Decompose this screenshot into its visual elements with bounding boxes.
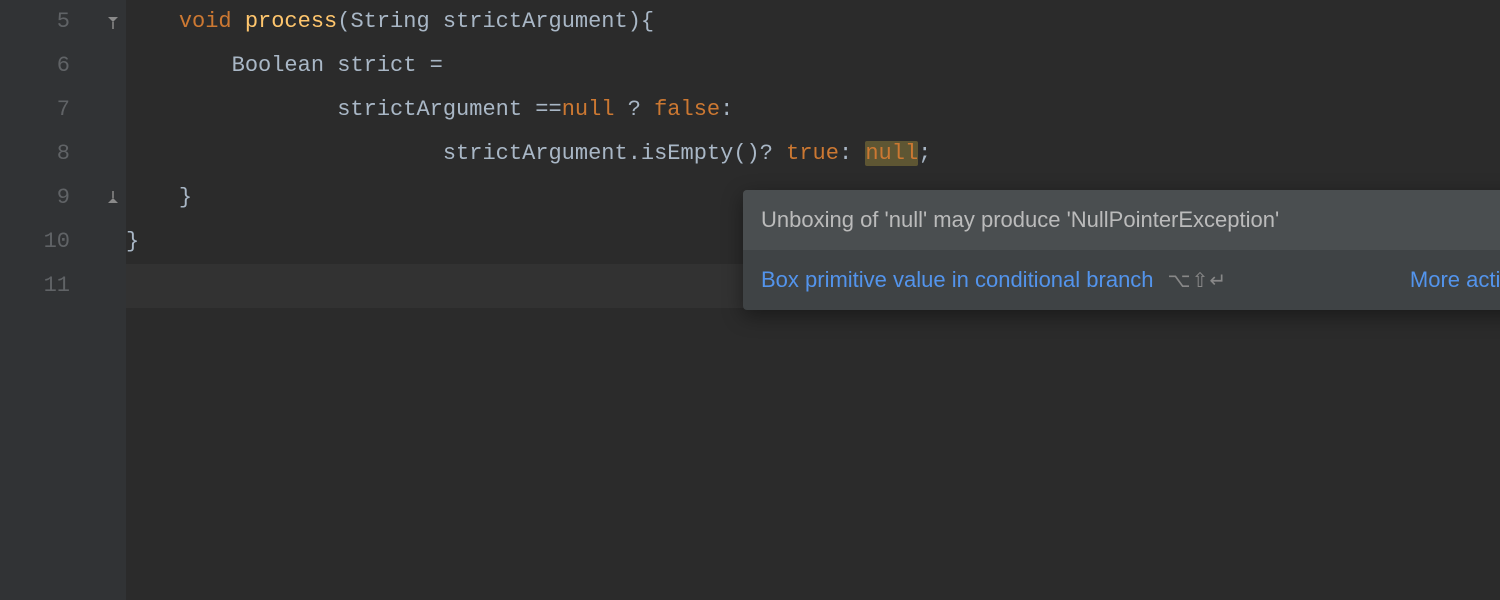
code-line[interactable]: strictArgument.isEmpty()? true: null;	[126, 132, 1500, 176]
inspection-header: Unboxing of 'null' may produce 'NullPoin…	[743, 190, 1500, 250]
brace-close: }	[126, 229, 139, 254]
identifier: strictArgument	[443, 141, 628, 166]
fold-toggle-icon[interactable]	[104, 13, 122, 31]
colon: :	[720, 97, 733, 122]
ternary-q: ?	[615, 97, 655, 122]
more-actions-link[interactable]: More actions... ⌥↵	[1410, 267, 1500, 293]
inspection-actions-row: Box primitive value in conditional branc…	[743, 250, 1500, 310]
type-boolean: Boolean	[232, 53, 324, 78]
method-name: process	[245, 9, 337, 34]
fold-column	[100, 0, 126, 600]
op-eq: ==	[522, 97, 562, 122]
var-name: strict	[337, 53, 416, 78]
code-editor[interactable]: 5 6 7 8 9 10 11 void process(String stri…	[0, 0, 1500, 600]
line-number: 10	[0, 220, 70, 264]
quickfix-action[interactable]: Box primitive value in conditional branc…	[761, 267, 1386, 293]
method-call: .isEmpty()?	[628, 141, 786, 166]
code-line[interactable]: void process(String strictArgument){	[126, 0, 1500, 44]
line-number: 9	[0, 176, 70, 220]
quickfix-shortcut: ⌥⇧↵	[1168, 268, 1228, 293]
semicolon: ;	[918, 141, 931, 166]
line-number: 7	[0, 88, 70, 132]
line-number-gutter: 5 6 7 8 9 10 11	[0, 0, 100, 600]
type-string: String	[350, 9, 429, 34]
equals: =	[430, 53, 443, 78]
inspection-popup: Unboxing of 'null' may produce 'NullPoin…	[743, 190, 1500, 310]
param-name: strictArgument	[443, 9, 628, 34]
keyword-true: true	[786, 141, 839, 166]
paren-brace: ){	[628, 9, 654, 34]
paren-open: (	[337, 9, 350, 34]
line-number: 11	[0, 264, 70, 308]
more-actions-label: More actions...	[1410, 267, 1500, 293]
brace-close: }	[179, 185, 192, 210]
code-area[interactable]: void process(String strictArgument){ Boo…	[126, 0, 1500, 600]
code-line[interactable]: strictArgument ==null ? false:	[126, 88, 1500, 132]
line-number: 5	[0, 0, 70, 44]
line-number: 6	[0, 44, 70, 88]
line-number: 8	[0, 132, 70, 176]
code-line[interactable]: Boolean strict =	[126, 44, 1500, 88]
keyword-null: null	[562, 97, 615, 122]
identifier: strictArgument	[337, 97, 522, 122]
keyword-false: false	[654, 97, 720, 122]
warning-highlight-null[interactable]: null	[865, 141, 918, 166]
keyword-void: void	[179, 9, 232, 34]
inspection-message: Unboxing of 'null' may produce 'NullPoin…	[761, 207, 1279, 233]
fold-toggle-icon[interactable]	[104, 189, 122, 207]
quickfix-label: Box primitive value in conditional branc…	[761, 267, 1154, 293]
colon: :	[839, 141, 865, 166]
